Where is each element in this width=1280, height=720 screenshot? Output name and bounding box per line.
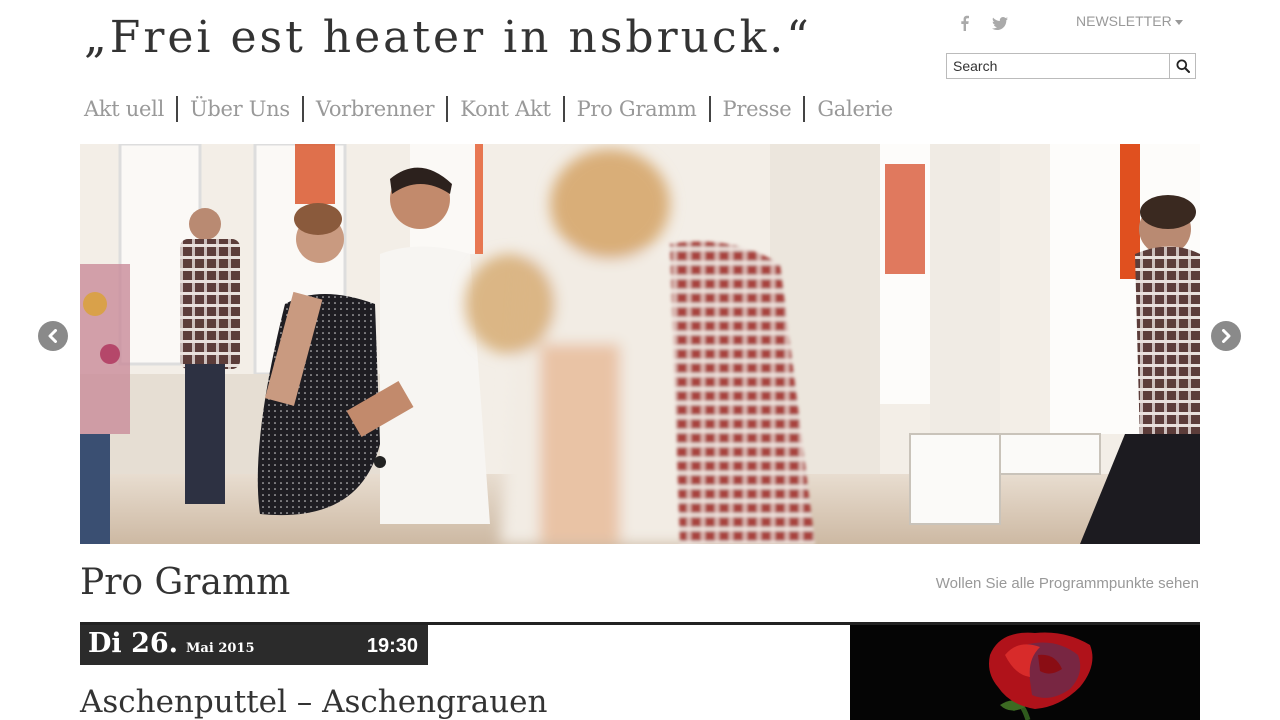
slider-next-button[interactable]: [1211, 321, 1241, 351]
search-icon: [1176, 59, 1190, 73]
search-input[interactable]: [947, 54, 1169, 78]
slider-prev-button[interactable]: [38, 321, 68, 351]
search-box: [946, 53, 1196, 79]
twitter-icon[interactable]: [992, 14, 1008, 32]
event-date-bar: Di 26. Mai 2015 19:30: [80, 625, 428, 665]
section-title: Pro Gramm: [80, 562, 291, 603]
hero-image: [80, 144, 1200, 544]
nav-divider: [446, 96, 449, 122]
chevron-right-icon: [1222, 329, 1231, 343]
social-links: [956, 14, 1008, 32]
facebook-icon[interactable]: [956, 14, 972, 32]
nav-item-programm[interactable]: Pro Gramm: [577, 97, 697, 121]
all-program-link[interactable]: Wollen Sie alle Programmpunkte sehen: [936, 575, 1199, 592]
nav-item-galerie[interactable]: Galerie: [817, 97, 893, 121]
site-title[interactable]: „Frei est heater in nsbruck.“: [84, 12, 812, 63]
main-nav: Akt uell Über Uns Vorbrenner Kont Akt Pr…: [84, 96, 893, 122]
newsletter-dropdown[interactable]: NEWSLETTER: [1076, 13, 1183, 29]
nav-item-ueber-uns[interactable]: Über Uns: [190, 97, 290, 121]
nav-divider: [708, 96, 711, 122]
chevron-left-icon: [48, 329, 57, 343]
event-day: Di 26.: [88, 628, 179, 659]
nav-item-kontakt[interactable]: Kont Akt: [460, 97, 551, 121]
nav-item-presse[interactable]: Presse: [723, 97, 792, 121]
event-title[interactable]: Aschenputtel – Aschengrauen: [80, 684, 547, 720]
nav-item-vorbrenner[interactable]: Vorbrenner: [316, 97, 435, 121]
search-button[interactable]: [1169, 54, 1195, 78]
newsletter-label: NEWSLETTER: [1076, 13, 1172, 29]
nav-divider: [562, 96, 565, 122]
event-image[interactable]: [850, 625, 1200, 720]
nav-divider: [176, 96, 178, 122]
nav-item-aktuell[interactable]: Akt uell: [84, 97, 164, 121]
event-month: Mai 2015: [186, 641, 255, 656]
nav-divider: [803, 96, 806, 122]
caret-down-icon: [1174, 19, 1183, 25]
event-time: 19:30: [366, 635, 418, 657]
nav-divider: [301, 96, 304, 122]
